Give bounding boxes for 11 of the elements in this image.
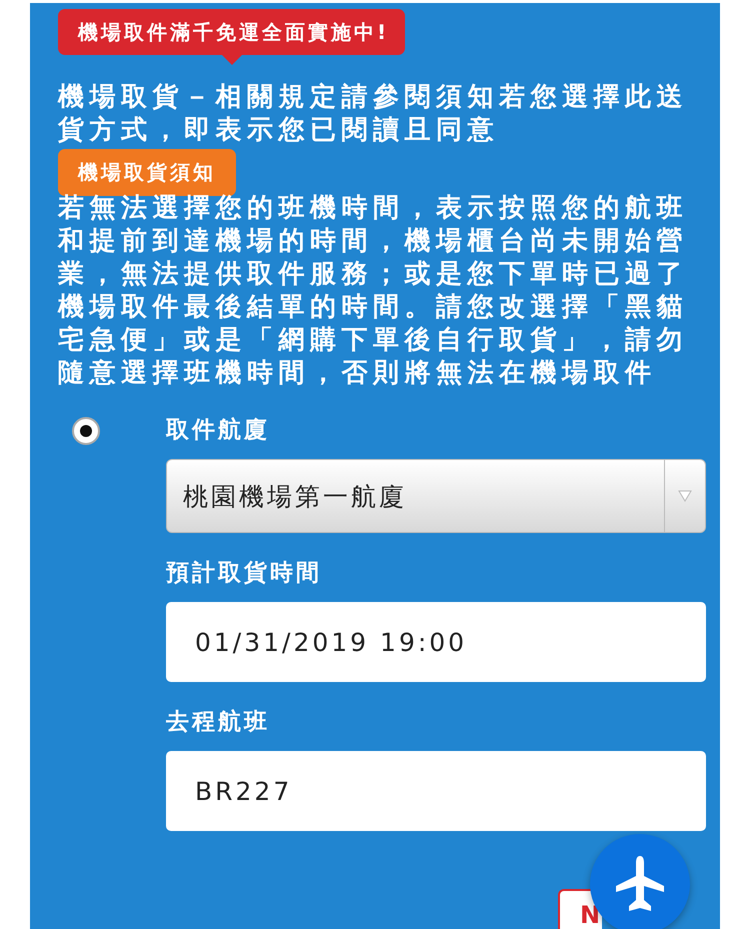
terminal-select[interactable]: 桃園機場第一航廈 xyxy=(166,459,706,533)
field-label: 去程航班 xyxy=(166,708,271,737)
field-label: 預計取貨時間 xyxy=(166,559,323,588)
input-field[interactable]: 01/31/2019 19:00 xyxy=(166,602,706,682)
notice-text: 機場取貨－相關規定請參閱須知若您選擇此送貨方式，即表示您已閱讀且同意 xyxy=(58,81,689,147)
airplane-icon xyxy=(614,854,666,914)
promo-tooltip: 機場取件滿千免運全面實施中! xyxy=(58,9,406,65)
caret-icon xyxy=(678,490,692,502)
field-label: 取件航廈 xyxy=(166,416,271,445)
input-field[interactable]: BR227 xyxy=(166,751,706,831)
radio-button[interactable] xyxy=(72,417,100,445)
